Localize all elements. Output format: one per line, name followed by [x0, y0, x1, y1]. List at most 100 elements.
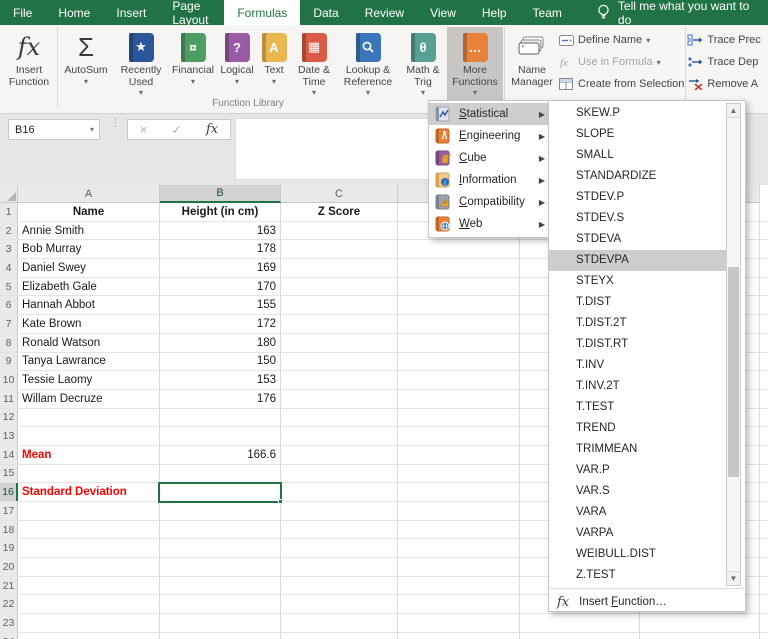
cell-a12[interactable]: [18, 408, 160, 427]
tab-insert[interactable]: Insert: [103, 0, 159, 25]
cell-b11[interactable]: 176: [160, 389, 281, 408]
row-header-15[interactable]: 15: [0, 464, 18, 483]
cell-b2[interactable]: 163: [160, 221, 281, 240]
cell-c17[interactable]: [281, 502, 398, 520]
submenu-item-small[interactable]: SMALL: [549, 145, 727, 166]
logical-button[interactable]: ? Logical ▾: [217, 27, 257, 101]
cell-c24[interactable]: [281, 632, 398, 639]
menu-item-web[interactable]: Web ▶: [429, 213, 549, 235]
row-header-10[interactable]: 10: [0, 371, 18, 389]
cell-a21[interactable]: [18, 576, 160, 595]
name-box[interactable]: B16 ▾: [8, 119, 100, 140]
cell-b5[interactable]: 170: [160, 277, 281, 296]
row-header-5[interactable]: 5: [0, 277, 18, 296]
cell-c1[interactable]: Z Score: [281, 203, 398, 221]
cell-b6[interactable]: 155: [160, 296, 281, 315]
row-header-17[interactable]: 17: [0, 502, 18, 520]
cell-a20[interactable]: [18, 558, 160, 576]
tell-me-box[interactable]: Tell me what you want to do: [587, 0, 768, 27]
cell-c3[interactable]: [281, 240, 398, 259]
cell-b19[interactable]: [160, 539, 281, 558]
scroll-up-icon[interactable]: ▲: [727, 104, 740, 118]
remove-arrows-button[interactable]: Remove A: [687, 73, 768, 95]
menu-item-compatibility[interactable]: Compatibility ▶: [429, 191, 549, 213]
submenu-item-trimmean[interactable]: TRIMMEAN: [549, 439, 727, 460]
cell-a10[interactable]: Tessie Laomy: [18, 371, 160, 389]
autosum-button[interactable]: Σ AutoSum ▾: [59, 27, 113, 101]
cell-a23[interactable]: [18, 614, 160, 632]
cell-b12[interactable]: [160, 408, 281, 427]
submenu-item-slope[interactable]: SLOPE: [549, 124, 727, 145]
cell-a19[interactable]: [18, 539, 160, 558]
cell-a11[interactable]: Willam Decruze: [18, 389, 160, 408]
column-header-c[interactable]: C: [281, 185, 398, 203]
row-header-1[interactable]: 1: [0, 203, 18, 221]
submenu-item-vara[interactable]: VARA: [549, 502, 727, 523]
submenu-item-stdeva[interactable]: STDEVA: [549, 229, 727, 250]
cell-b8[interactable]: 180: [160, 333, 281, 352]
cell-b14[interactable]: 166.6: [160, 445, 281, 464]
tab-home[interactable]: Home: [45, 0, 103, 25]
submenu-item-trend[interactable]: TREND: [549, 418, 727, 439]
cell-a16[interactable]: Standard Deviation: [18, 483, 160, 501]
submenu-item-steyx[interactable]: STEYX: [549, 271, 727, 292]
lookup-reference-button[interactable]: Lookup & Reference ▾: [337, 27, 399, 101]
scroll-down-icon[interactable]: ▼: [727, 571, 740, 585]
cancel-icon[interactable]: ×: [140, 122, 148, 137]
submenu-item-t-dist-rt[interactable]: T.DIST.RT: [549, 334, 727, 355]
tab-view[interactable]: View: [417, 0, 469, 25]
cell-c15[interactable]: [281, 464, 398, 483]
column-header-b[interactable]: B: [160, 185, 281, 203]
row-header-3[interactable]: 3: [0, 240, 18, 259]
row-header-6[interactable]: 6: [0, 296, 18, 315]
menu-item-engineering[interactable]: Engineering ▶: [429, 125, 549, 147]
submenu-item-stdevpa[interactable]: STDEVPA: [549, 250, 727, 271]
cell-c12[interactable]: [281, 408, 398, 427]
trace-precedents-button[interactable]: Trace Prec: [687, 29, 768, 51]
row-header-14[interactable]: 14: [0, 445, 18, 464]
cell-b20[interactable]: [160, 558, 281, 576]
row-header-21[interactable]: 21: [0, 576, 18, 595]
cell-c23[interactable]: [281, 614, 398, 632]
cell-b22[interactable]: [160, 595, 281, 614]
cell-c18[interactable]: [281, 520, 398, 539]
date-time-button[interactable]: ▦ Date & Time ▾: [291, 27, 337, 101]
submenu-scrollbar[interactable]: ▲ ▼: [726, 103, 741, 586]
row-header-2[interactable]: 2: [0, 221, 18, 240]
submenu-item-standardize[interactable]: STANDARDIZE: [549, 166, 727, 187]
cell-a1[interactable]: Name: [18, 203, 160, 221]
submenu-item-weibull-dist[interactable]: WEIBULL.DIST: [549, 544, 727, 565]
menu-item-statistical[interactable]: Statistical ▶: [429, 103, 549, 125]
cell-a17[interactable]: [18, 502, 160, 520]
submenu-item-t-inv-2t[interactable]: T.INV.2T: [549, 376, 727, 397]
tab-help[interactable]: Help: [469, 0, 520, 25]
cell-c11[interactable]: [281, 389, 398, 408]
cell-c9[interactable]: [281, 352, 398, 371]
cell-b17[interactable]: [160, 502, 281, 520]
cell-b13[interactable]: [160, 427, 281, 445]
cell-a24[interactable]: [18, 632, 160, 639]
scrollbar-thumb[interactable]: [728, 267, 739, 477]
cell-b4[interactable]: 169: [160, 259, 281, 277]
tab-team[interactable]: Team: [520, 0, 575, 25]
cell-b24[interactable]: [160, 632, 281, 639]
cell-a4[interactable]: Daniel Swey: [18, 259, 160, 277]
cell-c14[interactable]: [281, 445, 398, 464]
cell-a6[interactable]: Hannah Abbot: [18, 296, 160, 315]
row-header-18[interactable]: 18: [0, 520, 18, 539]
fill-handle[interactable]: [278, 499, 283, 504]
row-header-23[interactable]: 23: [0, 614, 18, 632]
enter-icon[interactable]: ✓: [171, 122, 182, 138]
cell-b7[interactable]: 172: [160, 315, 281, 333]
cell-c19[interactable]: [281, 539, 398, 558]
cell-a5[interactable]: Elizabeth Gale: [18, 277, 160, 296]
tab-data[interactable]: Data: [300, 0, 351, 25]
cell-b3[interactable]: 178: [160, 240, 281, 259]
name-box-dropdown-icon[interactable]: ▾: [90, 125, 99, 134]
cell-a15[interactable]: [18, 464, 160, 483]
cell-c13[interactable]: [281, 427, 398, 445]
cell-a8[interactable]: Ronald Watson: [18, 333, 160, 352]
cell-a14[interactable]: Mean: [18, 445, 160, 464]
define-name-button[interactable]: Define Name ▾: [558, 29, 684, 51]
cell-b1[interactable]: Height (in cm): [160, 203, 281, 221]
